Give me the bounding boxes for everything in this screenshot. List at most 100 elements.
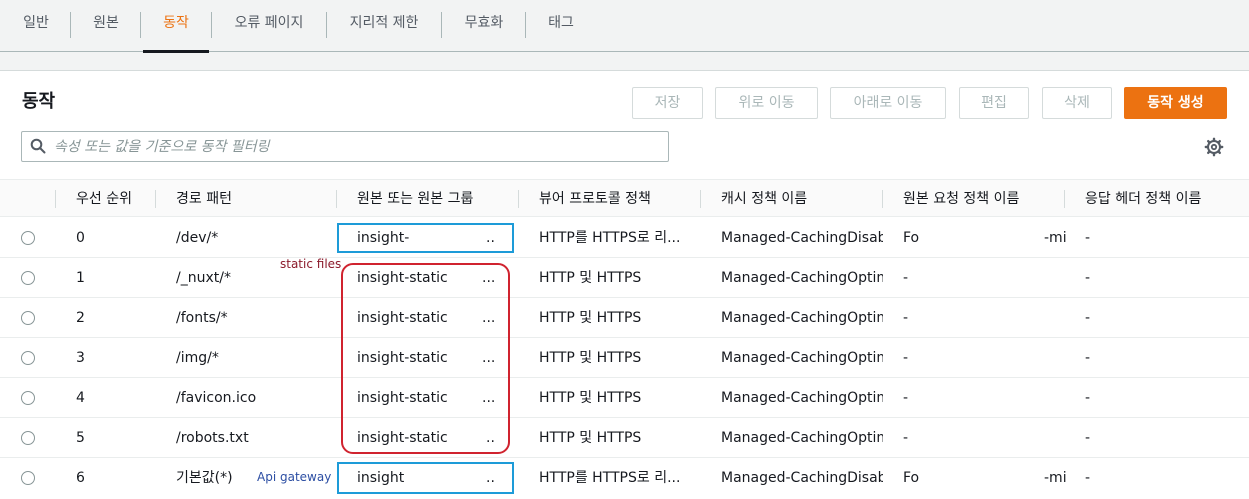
cell-origin-request-policy: - [903, 310, 909, 326]
cell-cache-policy: Managed-CachingDisabled [721, 230, 883, 246]
cell-priority: 4 [76, 390, 85, 406]
cell-path: /robots.txt [176, 430, 249, 446]
cell-response-headers-policy: - [1085, 470, 1091, 486]
tab-general[interactable]: 일반 [8, 0, 64, 52]
tab-invalidations[interactable]: 무효화 [450, 0, 518, 52]
tab-bar: 일반 원본 동작 오류 페이지 지리적 제한 무효화 태그 [0, 0, 1249, 53]
cell-viewer-policy: HTTP 및 HTTPS [539, 270, 642, 286]
annotation-highlight-box [337, 223, 514, 253]
cell-origin-request-policy-tail: -mi [1044, 470, 1067, 486]
cell-origin-request-policy: Fo [903, 230, 920, 246]
cell-origin-request-policy: - [903, 390, 909, 406]
cell-response-headers-policy: - [1085, 390, 1091, 406]
tab-behaviors[interactable]: 동작 [143, 0, 209, 53]
edit-button[interactable]: 편집 [959, 87, 1029, 119]
cell-origin-request-policy-tail: -mi [1044, 230, 1067, 246]
cell-priority: 0 [76, 230, 85, 246]
tab-error-pages[interactable]: 오류 페이지 [220, 0, 318, 52]
annotation-highlight-box [337, 462, 514, 494]
header-viewer-protocol[interactable]: 뷰어 프로토콜 정책 [539, 180, 651, 218]
row-select-radio[interactable] [21, 271, 35, 285]
cell-cache-policy: Managed-CachingOptimized [721, 430, 883, 446]
cell-cache-policy: Managed-CachingOptimized [721, 390, 883, 406]
column-divider [1064, 190, 1065, 208]
row-select-radio[interactable] [21, 431, 35, 445]
row-select-radio[interactable] [21, 471, 35, 485]
cell-priority: 5 [76, 430, 85, 446]
tab-tags[interactable]: 태그 [532, 0, 590, 52]
search-input[interactable] [54, 132, 654, 161]
save-button[interactable]: 저장 [632, 87, 703, 119]
tab-origins[interactable]: 원본 [78, 0, 134, 52]
table-row[interactable]: 5 /robots.txt insight-static .. HTTP 및 H… [0, 418, 1249, 458]
tab-divider [525, 12, 526, 38]
cell-path: 기본값(*) [176, 470, 233, 486]
table-header: 우선 순위 경로 패턴 원본 또는 원본 그룹 뷰어 프로토콜 정책 캐시 정책… [0, 179, 1249, 217]
column-divider [700, 190, 701, 208]
tab-divider [326, 12, 327, 38]
table-row[interactable]: 3 /img/* insight-static ... HTTP 및 HTTPS… [0, 338, 1249, 378]
column-divider [55, 190, 56, 208]
header-path-pattern[interactable]: 경로 패턴 [176, 180, 232, 218]
header-origin-request-policy[interactable]: 원본 요청 정책 이름 [903, 180, 1019, 218]
panel-title: 동작 [22, 91, 56, 112]
annotation-api-gateway: Api gateway [257, 470, 332, 484]
table-row[interactable]: 6 기본값(*) insight .. HTTP를 HTTPS로 리... Ma… [0, 458, 1249, 498]
tab-geo-restrictions[interactable]: 지리적 제한 [334, 0, 434, 52]
table-row[interactable]: 2 /fonts/* insight-static ... HTTP 및 HTT… [0, 298, 1249, 338]
cell-response-headers-policy: - [1085, 350, 1091, 366]
header-priority[interactable]: 우선 순위 [76, 180, 132, 218]
annotation-group-box [341, 263, 510, 454]
cell-response-headers-policy: - [1085, 310, 1091, 326]
cell-priority: 2 [76, 310, 85, 326]
cell-origin-request-policy: - [903, 430, 909, 446]
cell-response-headers-policy: - [1085, 270, 1091, 286]
table-row[interactable]: 0 /dev/* insight- .. HTTP를 HTTPS로 리... M… [0, 218, 1249, 258]
cell-viewer-policy: HTTP 및 HTTPS [539, 310, 642, 326]
header-origin[interactable]: 원본 또는 원본 그룹 [357, 180, 473, 218]
cell-origin-request-policy: Fo [903, 470, 920, 486]
create-behavior-button[interactable]: 동작 생성 [1124, 87, 1227, 119]
table-row[interactable]: 1 /_nuxt/* insight-static ... HTTP 및 HTT… [0, 258, 1249, 298]
header-cache-policy[interactable]: 캐시 정책 이름 [721, 180, 807, 218]
cell-origin-request-policy: - [903, 350, 909, 366]
column-divider [155, 190, 156, 208]
gear-icon[interactable] [1204, 137, 1224, 157]
tab-divider [140, 12, 141, 38]
header-response-headers-policy[interactable]: 응답 헤더 정책 이름 [1085, 180, 1201, 218]
column-divider [882, 190, 883, 208]
row-select-radio[interactable] [21, 391, 35, 405]
cell-origin-request-policy: - [903, 270, 909, 286]
row-select-radio[interactable] [21, 311, 35, 325]
search-box [21, 131, 669, 162]
tab-divider [70, 12, 71, 38]
cell-response-headers-policy: - [1085, 430, 1091, 446]
cell-viewer-policy: HTTP 및 HTTPS [539, 390, 642, 406]
cell-viewer-policy: HTTP 및 HTTPS [539, 350, 642, 366]
tab-divider [441, 12, 442, 38]
table-row[interactable]: 4 /favicon.ico insight-static ... HTTP 및… [0, 378, 1249, 418]
behaviors-panel: 동작 저장 위로 이동 아래로 이동 편집 삭제 동작 생성 우선 순위 경로 … [0, 70, 1249, 499]
cell-priority: 6 [76, 470, 85, 486]
cell-priority: 1 [76, 270, 85, 286]
cell-response-headers-policy: - [1085, 230, 1091, 246]
tab-divider [211, 12, 212, 38]
move-down-button[interactable]: 아래로 이동 [830, 87, 946, 119]
cell-cache-policy: Managed-CachingOptimized [721, 270, 883, 286]
cell-viewer-policy: HTTP 및 HTTPS [539, 430, 642, 446]
cell-path: /favicon.ico [176, 390, 257, 406]
annotation-static-files: static files [280, 257, 342, 271]
move-up-button[interactable]: 위로 이동 [715, 87, 818, 119]
row-select-radio[interactable] [21, 231, 35, 245]
cell-priority: 3 [76, 350, 85, 366]
cell-cache-policy: Managed-CachingDisabled [721, 470, 883, 486]
row-select-radio[interactable] [21, 351, 35, 365]
cell-viewer-policy: HTTP를 HTTPS로 리... [539, 230, 681, 246]
cell-cache-policy: Managed-CachingOptimized [721, 350, 883, 366]
cell-cache-policy: Managed-CachingOptimized [721, 310, 883, 326]
cell-viewer-policy: HTTP를 HTTPS로 리... [539, 470, 681, 486]
delete-button[interactable]: 삭제 [1042, 87, 1112, 119]
search-icon [30, 138, 46, 154]
column-divider [336, 190, 337, 208]
column-divider [518, 190, 519, 208]
